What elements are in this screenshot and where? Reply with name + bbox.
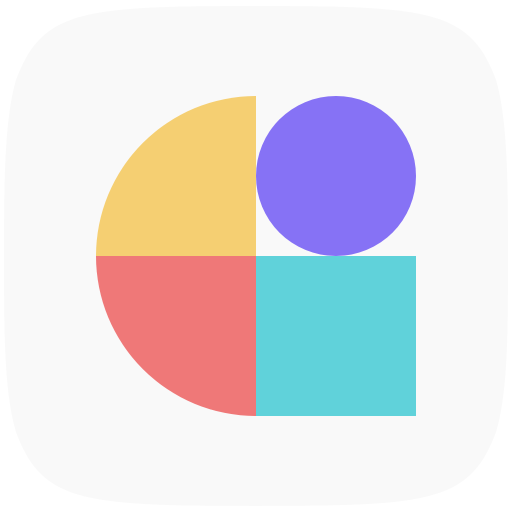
teal-square-shape [256,256,416,416]
app-icon-canvas [0,0,512,512]
purple-circle-shape [256,96,416,256]
app-icon [4,6,508,506]
